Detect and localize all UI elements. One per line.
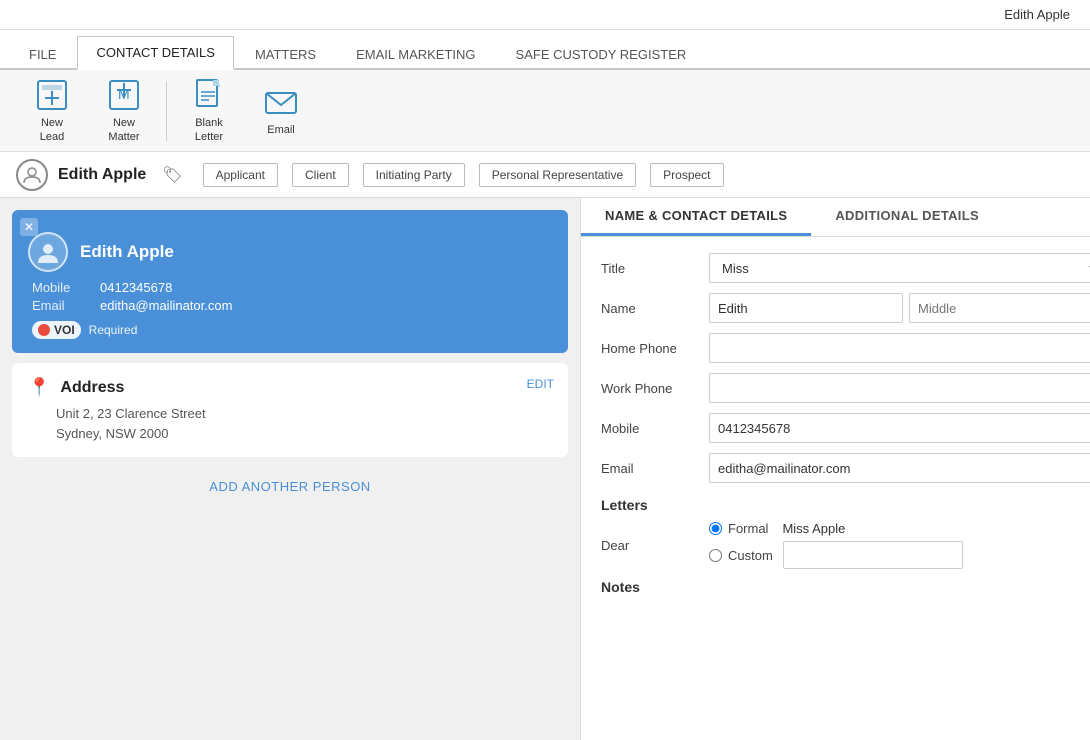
address-line1: Unit 2, 23 Clarence Street [56, 404, 552, 424]
name-label: Name [601, 301, 701, 316]
role-initiating-party[interactable]: Initiating Party [363, 163, 465, 187]
tab-safe-custody[interactable]: SAFE CUSTODY REGISTER [497, 38, 706, 70]
new-lead-icon [34, 77, 70, 113]
tab-name-contact[interactable]: NAME & CONTACT DETAILS [581, 198, 811, 236]
right-tabs: NAME & CONTACT DETAILS ADDITIONAL DETAIL… [581, 198, 1090, 237]
role-personal-rep[interactable]: Personal Representative [479, 163, 636, 187]
email-icon [263, 84, 299, 120]
address-pin-icon: 📍 [28, 377, 50, 398]
formal-value: Miss Apple [782, 521, 845, 536]
add-person-button[interactable]: ADD ANOTHER PERSON [12, 467, 568, 506]
title-label: Title [601, 261, 701, 276]
title-row: Title Miss Mr Mrs Ms Dr [601, 253, 1090, 283]
dear-label: Dear [601, 538, 701, 553]
mobile-field-label: Mobile [601, 421, 701, 436]
title-select[interactable]: Miss Mr Mrs Ms Dr [709, 253, 1090, 283]
address-card: EDIT 📍 Address Unit 2, 23 Clarence Stree… [12, 363, 568, 457]
new-matter-button[interactable]: M NewMatter [88, 76, 160, 146]
formal-radio-row: Formal Miss Apple [709, 521, 963, 536]
contact-card-details: Mobile 0412345678 Email editha@mailinato… [28, 280, 552, 313]
custom-radio-row: Custom [709, 541, 963, 569]
address-top: 📍 Address [28, 377, 552, 398]
email-field-label: Email [601, 461, 701, 476]
tab-contact-details[interactable]: CONTACT DETAILS [77, 36, 233, 70]
voi-text: VOI [54, 323, 75, 337]
tab-email-marketing[interactable]: EMAIL MARKETING [337, 38, 494, 70]
contact-avatar [28, 232, 68, 272]
voi-dot [38, 324, 50, 336]
tab-additional-details[interactable]: ADDITIONAL DETAILS [811, 198, 1003, 236]
email-label: Email [267, 124, 295, 137]
contact-header-name: Edith Apple [58, 166, 146, 184]
formal-label: Formal [728, 521, 768, 536]
email-value: editha@mailinator.com [100, 298, 552, 313]
blank-letter-button[interactable]: BlankLetter [173, 76, 245, 146]
custom-radio[interactable] [709, 549, 722, 562]
address-lines: Unit 2, 23 Clarence Street Sydney, NSW 2… [28, 404, 552, 443]
custom-label: Custom [728, 548, 773, 563]
edit-address-button[interactable]: EDIT [527, 377, 554, 391]
voi-row: VOI Required [28, 321, 552, 339]
new-matter-label: NewMatter [108, 117, 139, 143]
new-matter-icon: M [106, 77, 142, 113]
contact-card: ✕ Edith Apple Mobile 0412345678 Email ed… [12, 210, 568, 353]
toolbar-separator-1 [166, 81, 167, 141]
address-title: Address [60, 379, 124, 397]
middle-name-input[interactable] [909, 293, 1090, 323]
first-name-input[interactable] [709, 293, 903, 323]
email-button[interactable]: Email [245, 76, 317, 146]
left-panel: ✕ Edith Apple Mobile 0412345678 Email ed… [0, 198, 580, 740]
letters-header: Letters [601, 497, 1090, 513]
tag-icon: 🏷 [162, 165, 182, 185]
custom-dear-input[interactable] [783, 541, 963, 569]
tab-matters[interactable]: MATTERS [236, 38, 335, 70]
close-contact-card-button[interactable]: ✕ [20, 218, 38, 236]
work-phone-row: Work Phone [601, 373, 1090, 403]
role-applicant[interactable]: Applicant [203, 163, 278, 187]
person-icon [16, 159, 48, 191]
voi-required: Required [89, 323, 138, 337]
mobile-value: 0412345678 [100, 280, 552, 295]
notes-label: Notes [601, 579, 1090, 595]
blank-letter-label: BlankLetter [195, 117, 223, 143]
blank-letter-icon [191, 77, 227, 113]
formal-radio[interactable] [709, 522, 722, 535]
name-fields [709, 293, 1090, 323]
main-content: ✕ Edith Apple Mobile 0412345678 Email ed… [0, 198, 1090, 740]
toolbar: NewLead M NewMatter BlankLetter [0, 70, 1090, 152]
work-phone-label: Work Phone [601, 381, 701, 396]
dear-row: Dear Formal Miss Apple Custom [601, 521, 1090, 569]
role-client[interactable]: Client [292, 163, 349, 187]
tab-file[interactable]: FILE [10, 38, 75, 70]
new-lead-label: NewLead [40, 117, 64, 143]
voi-toggle[interactable]: VOI [32, 321, 81, 339]
form-area: Title Miss Mr Mrs Ms Dr Name Hom [581, 237, 1090, 740]
contact-header: Edith Apple 🏷 Applicant Client Initiatin… [0, 152, 1090, 198]
email-input[interactable] [709, 453, 1090, 483]
tab-navigation: FILE CONTACT DETAILS MATTERS EMAIL MARKE… [0, 30, 1090, 70]
address-line2: Sydney, NSW 2000 [56, 424, 552, 444]
email-label: Email [32, 298, 92, 313]
home-phone-input[interactable] [709, 333, 1090, 363]
contact-card-name: Edith Apple [80, 242, 174, 262]
work-phone-input[interactable] [709, 373, 1090, 403]
mobile-row: Mobile [601, 413, 1090, 443]
email-row: Email [601, 453, 1090, 483]
home-phone-label: Home Phone [601, 341, 701, 356]
name-row: Name [601, 293, 1090, 323]
home-phone-row: Home Phone [601, 333, 1090, 363]
top-bar: Edith Apple [0, 0, 1090, 30]
right-panel: NAME & CONTACT DETAILS ADDITIONAL DETAIL… [580, 198, 1090, 740]
mobile-input[interactable] [709, 413, 1090, 443]
top-bar-contact-name: Edith Apple [1004, 7, 1070, 22]
role-prospect[interactable]: Prospect [650, 163, 723, 187]
new-lead-button[interactable]: NewLead [16, 76, 88, 146]
mobile-label: Mobile [32, 280, 92, 295]
